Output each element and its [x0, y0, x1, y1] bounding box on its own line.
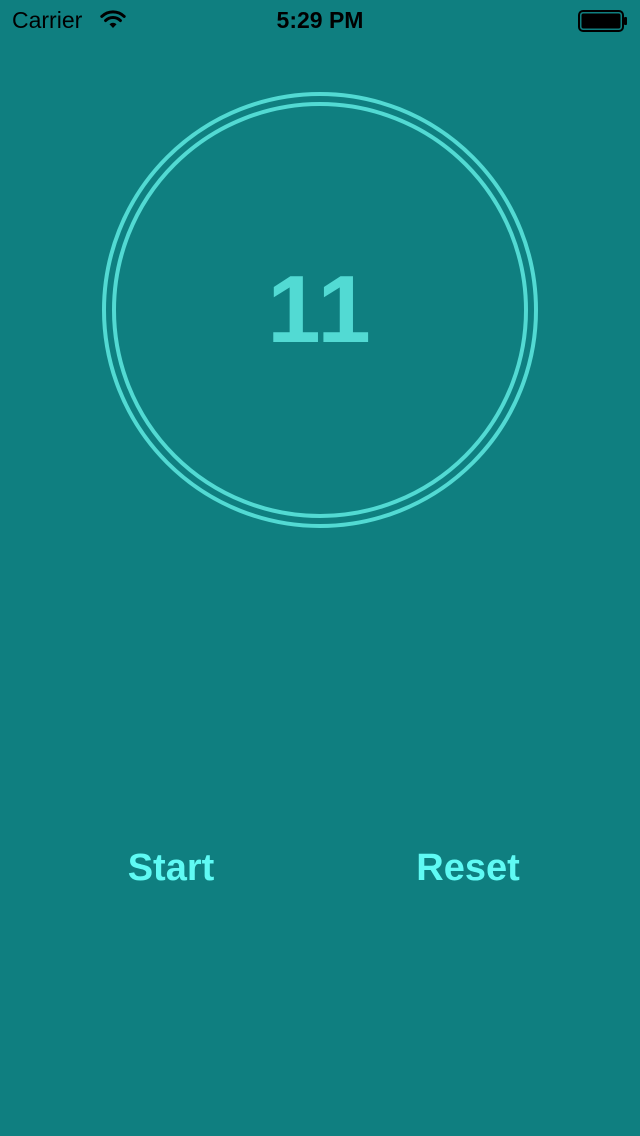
reset-button[interactable]: Reset: [408, 842, 528, 894]
status-bar: Carrier 5:29 PM: [0, 0, 640, 40]
start-button[interactable]: Start: [120, 842, 222, 894]
status-time: 5:29 PM: [276, 7, 364, 33]
battery-icon: [578, 10, 627, 32]
stopwatch-screen: Carrier 5:29 PM 11 Start Reset: [0, 0, 640, 1136]
timer-value: 11: [267, 256, 373, 363]
